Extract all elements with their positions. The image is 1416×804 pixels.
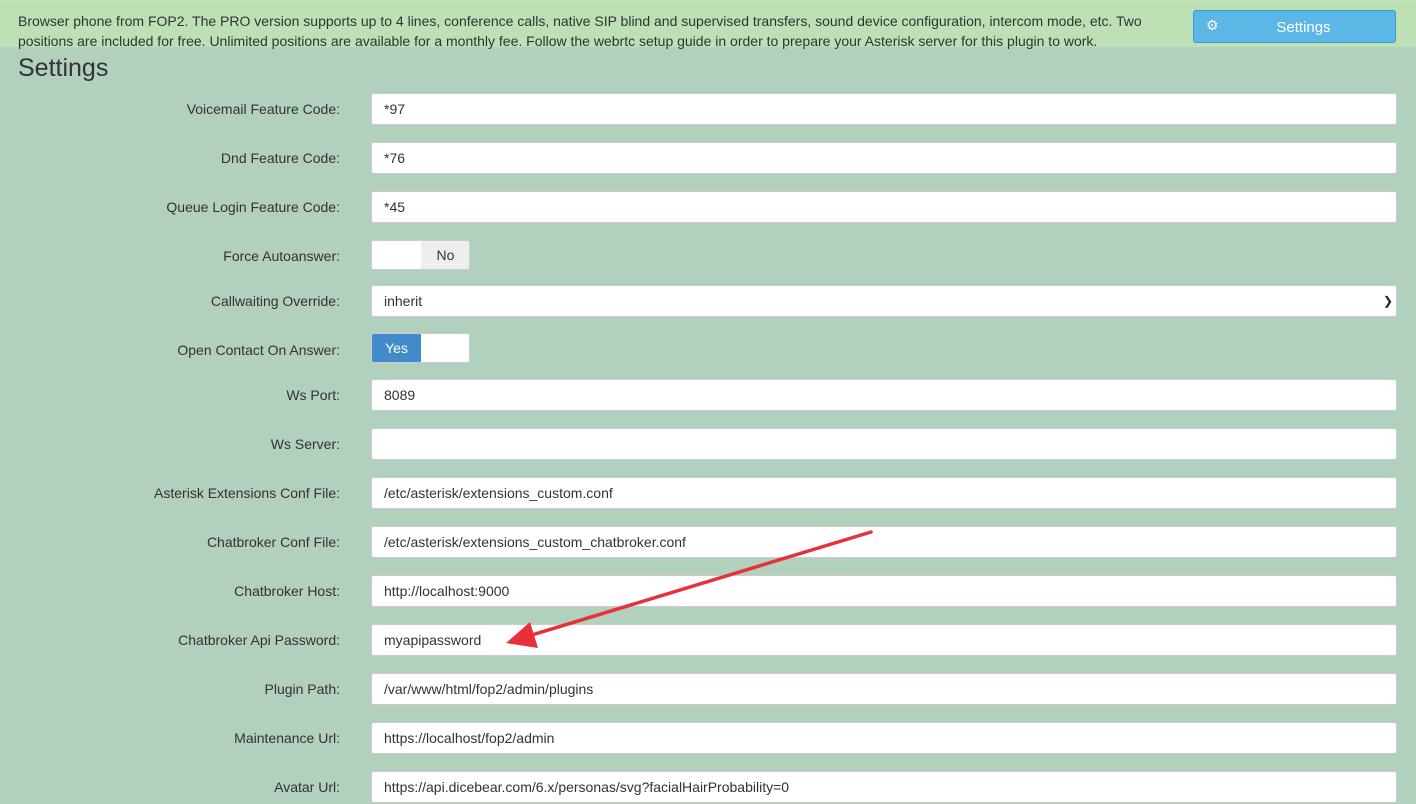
force-autoanswer-label: Force Autoanswer: xyxy=(223,248,340,264)
callwaiting-override-select[interactable]: inherit xyxy=(371,285,1397,317)
maintenance-url-input[interactable] xyxy=(371,722,1397,754)
ws-port-label: Ws Port: xyxy=(286,387,340,403)
settings-button[interactable]: ⚙ Settings xyxy=(1193,10,1396,43)
plugin-description: Browser phone from FOP2. The PRO version… xyxy=(18,13,1142,49)
voicemail-feature-code-input[interactable] xyxy=(371,93,1397,125)
dnd-feature-code-input[interactable] xyxy=(371,142,1397,174)
ws-server-input[interactable] xyxy=(371,428,1397,460)
extensions-conf-row: Asterisk Extensions Conf File: xyxy=(0,477,1416,510)
avatar-url-label: Avatar Url: xyxy=(274,779,340,795)
ws-server-label: Ws Server: xyxy=(270,436,340,452)
ws-port-input[interactable] xyxy=(371,379,1397,411)
callwaiting-label: Callwaiting Override: xyxy=(210,293,340,309)
chatbroker-host-row: Chatbroker Host: xyxy=(0,575,1416,608)
chatbroker-host-input[interactable] xyxy=(371,575,1397,607)
open-contact-label: Open Contact On Answer: xyxy=(177,342,340,358)
maintenance-url-label: Maintenance Url: xyxy=(234,730,340,746)
callwaiting-selected-value: inherit xyxy=(384,293,423,309)
open-contact-row: Open Contact On Answer: Yes xyxy=(0,333,1416,366)
voicemail-label: Voicemail Feature Code: xyxy=(186,101,340,117)
avatar-url-row: Avatar Url: xyxy=(0,771,1416,804)
open-contact-toggle[interactable]: Yes xyxy=(371,333,470,363)
chatbroker-api-password-input[interactable] xyxy=(371,624,1397,656)
toggle-handle xyxy=(421,334,469,362)
chatbroker-conf-label: Chatbroker Conf File: xyxy=(206,534,340,550)
page-title: Settings xyxy=(18,54,109,82)
maintenance-url-row: Maintenance Url: xyxy=(0,722,1416,755)
chatbroker-conf-input[interactable] xyxy=(371,526,1397,558)
ws-server-row: Ws Server: xyxy=(0,428,1416,461)
plugin-path-row: Plugin Path: xyxy=(0,673,1416,706)
queue-login-feature-code-input[interactable] xyxy=(371,191,1397,223)
ws-port-row: Ws Port: xyxy=(0,379,1416,412)
dnd-row: Dnd Feature Code: xyxy=(0,142,1416,175)
queue-login-label: Queue Login Feature Code: xyxy=(166,199,340,215)
dnd-label: Dnd Feature Code: xyxy=(220,150,340,166)
callwaiting-row: Callwaiting Override: inherit ❯ xyxy=(0,285,1416,318)
force-autoanswer-row: Force Autoanswer: No xyxy=(0,240,1416,273)
plugin-path-label: Plugin Path: xyxy=(264,681,341,697)
open-contact-state: Yes xyxy=(372,334,421,362)
chatbroker-conf-row: Chatbroker Conf File: xyxy=(0,526,1416,559)
toggle-handle xyxy=(372,241,421,269)
extensions-conf-label: Asterisk Extensions Conf File: xyxy=(154,485,340,501)
avatar-url-input[interactable] xyxy=(371,771,1397,803)
extensions-conf-input[interactable] xyxy=(371,477,1397,509)
settings-button-label: Settings xyxy=(1276,19,1331,36)
chatbroker-api-password-label: Chatbroker Api Password: xyxy=(178,632,340,648)
plugin-description-bar: Browser phone from FOP2. The PRO version… xyxy=(0,0,1416,49)
force-autoanswer-state: No xyxy=(421,241,469,269)
plugin-path-input[interactable] xyxy=(371,673,1397,705)
force-autoanswer-toggle[interactable]: No xyxy=(371,240,470,270)
chatbroker-host-label: Chatbroker Host: xyxy=(234,583,340,599)
voicemail-row: Voicemail Feature Code: xyxy=(0,93,1416,126)
queue-login-row: Queue Login Feature Code: xyxy=(0,191,1416,224)
chatbroker-api-password-row: Chatbroker Api Password: xyxy=(0,624,1416,657)
